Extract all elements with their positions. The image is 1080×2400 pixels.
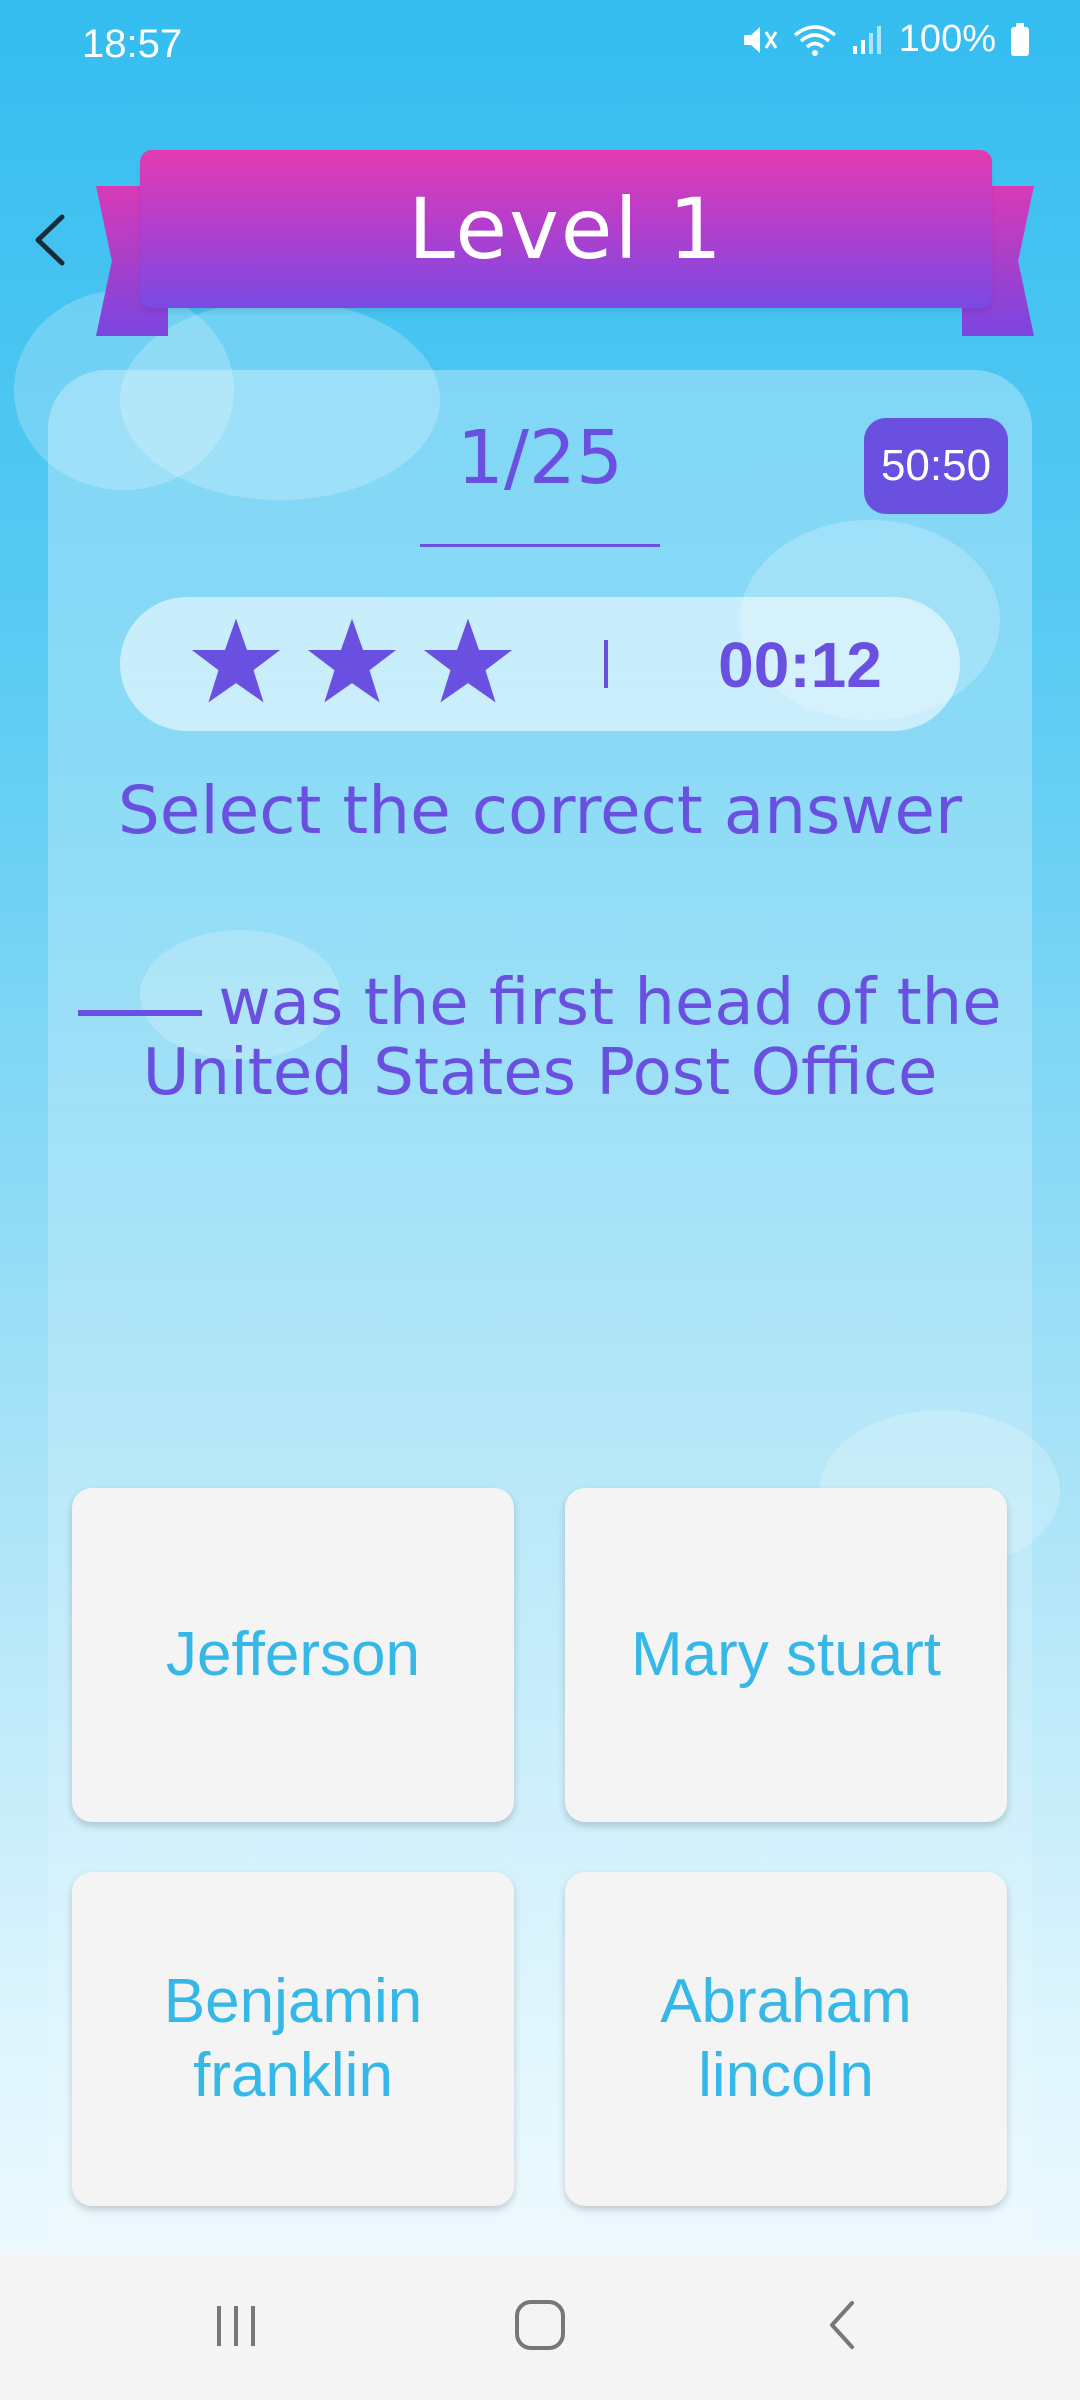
recent-apps-button[interactable] — [196, 2290, 276, 2360]
progress-underline — [420, 544, 660, 547]
stars-rating — [190, 615, 514, 707]
answer-option[interactable]: Abraham lincoln — [565, 1872, 1007, 2206]
timer: 00:12 — [718, 629, 882, 701]
level-title: Level 1 — [408, 180, 724, 278]
home-icon — [515, 2300, 565, 2350]
answer-label: Abraham lincoln — [660, 1967, 912, 2110]
home-button[interactable] — [500, 2290, 580, 2360]
question-text: was the first head of the United States … — [60, 968, 1020, 1108]
stats-divider — [604, 640, 608, 688]
signal-icon — [852, 25, 881, 54]
answer-option[interactable]: Benjamin franklin — [72, 1872, 514, 2206]
star-icon — [191, 618, 281, 703]
instruction-text: Select the correct answer — [117, 772, 963, 849]
star-icon — [307, 618, 397, 703]
answer-label: Mary stuart — [630, 1620, 942, 1689]
status-time: 18:57 — [82, 22, 183, 66]
wifi-icon — [793, 24, 836, 56]
back-button[interactable] — [22, 205, 78, 275]
status-icons: 100% — [741, 18, 1030, 61]
question-body: was the first head of the United States … — [142, 966, 1002, 1110]
mute-icon — [743, 26, 778, 53]
battery-icon — [1011, 22, 1029, 56]
level-banner: Level 1 — [140, 150, 992, 308]
answer-label: Benjamin franklin — [163, 1967, 423, 2110]
answer-label: Jefferson — [166, 1620, 420, 1689]
recent-apps-icon — [217, 2306, 255, 2346]
back-icon — [830, 2301, 854, 2349]
answer-blank — [78, 1010, 203, 1017]
system-back-button[interactable] — [802, 2290, 882, 2360]
fifty-fifty-button[interactable]: 50:50 — [864, 418, 1008, 514]
answer-option[interactable]: Jefferson — [72, 1488, 514, 1822]
answer-option[interactable]: Mary stuart — [565, 1488, 1007, 1822]
battery-percent: 100% — [898, 18, 996, 60]
star-icon — [423, 618, 513, 703]
chevron-left-icon — [35, 214, 65, 266]
